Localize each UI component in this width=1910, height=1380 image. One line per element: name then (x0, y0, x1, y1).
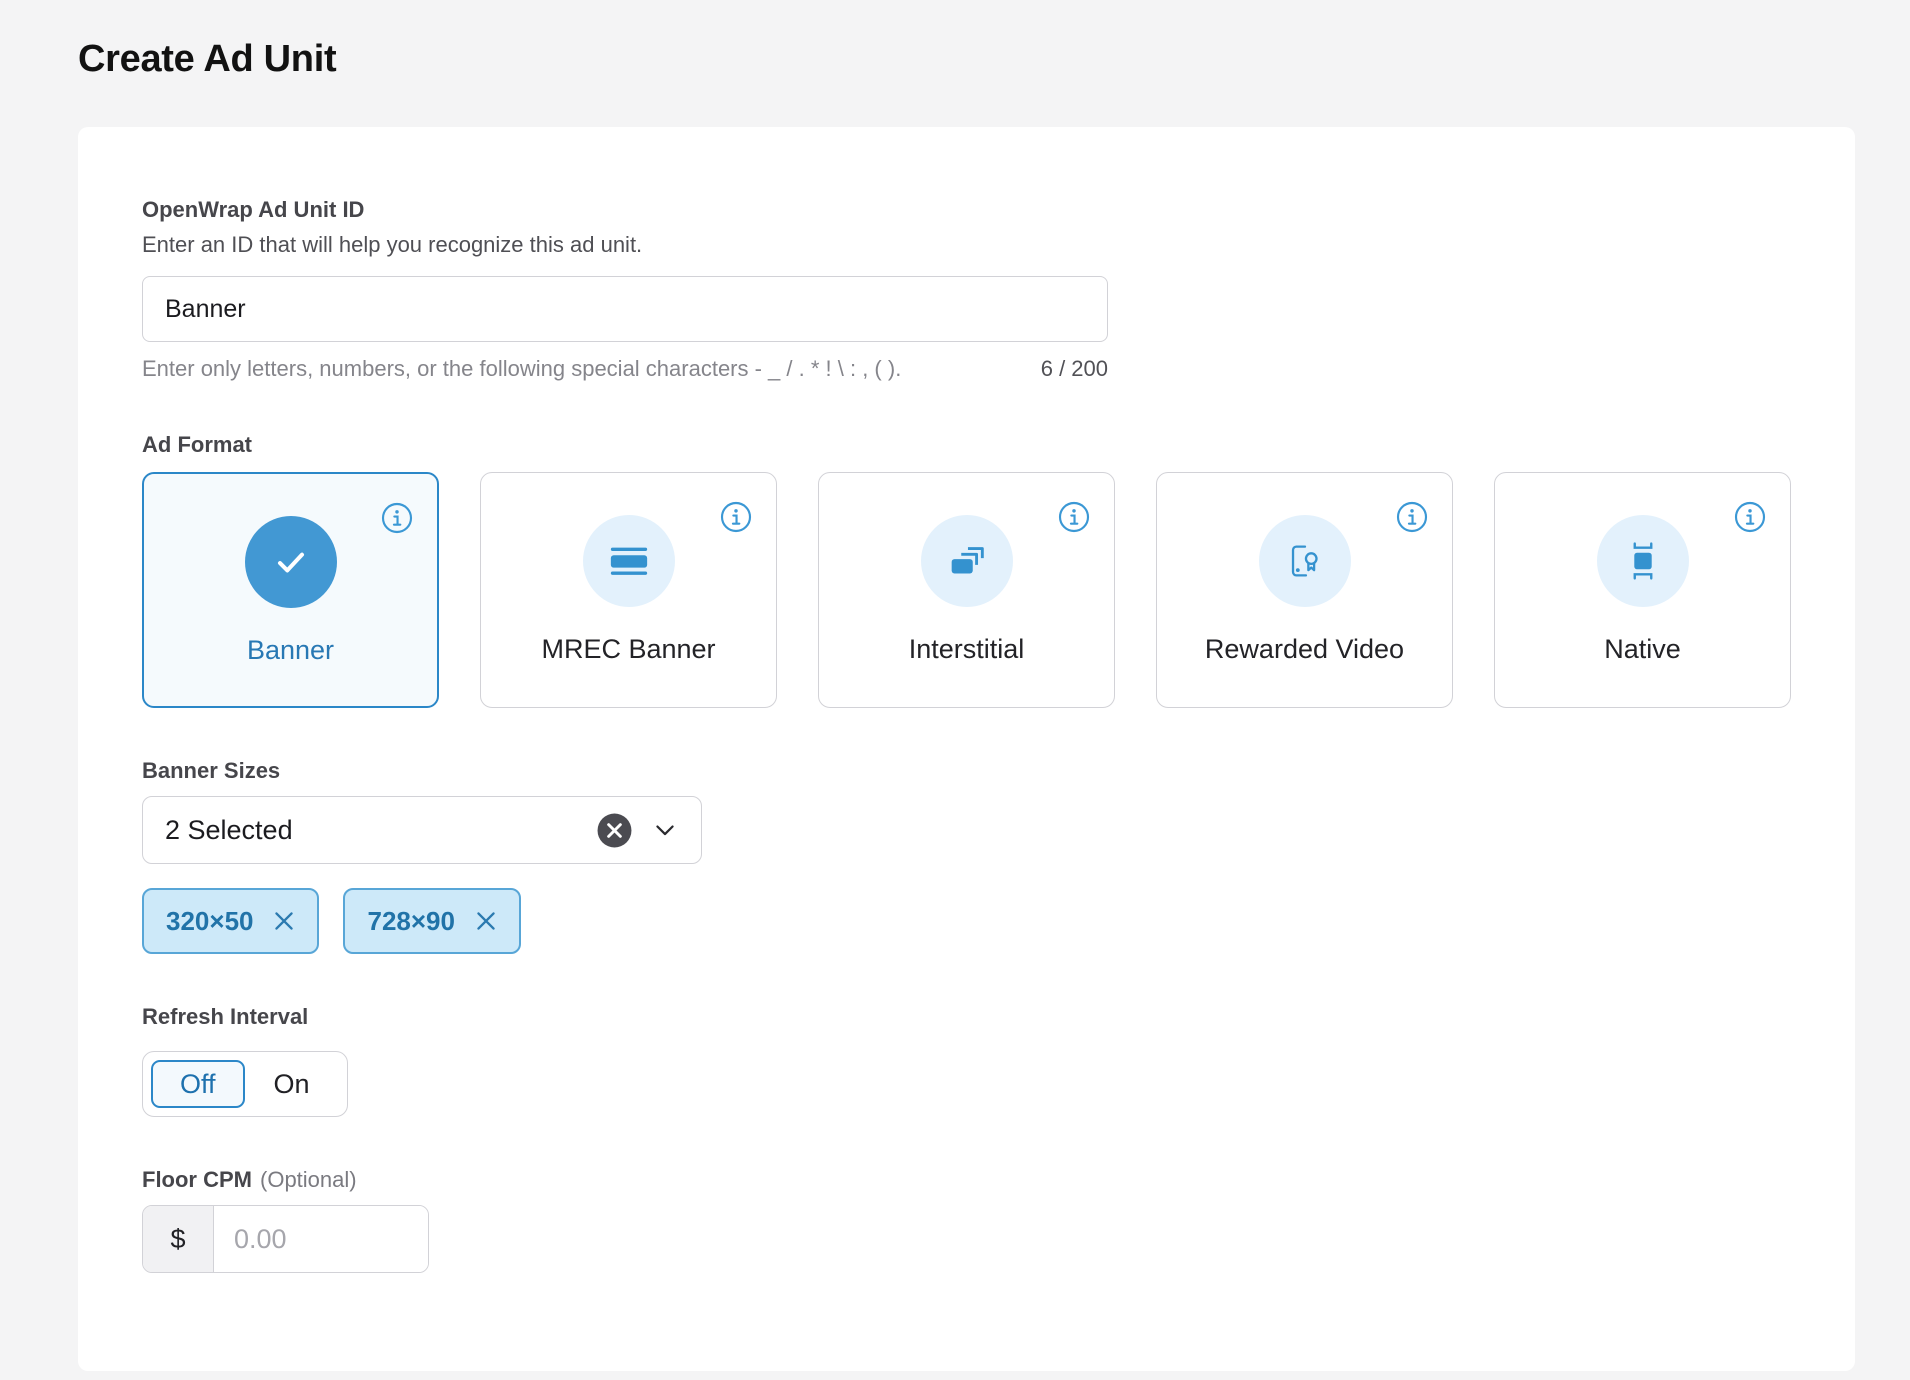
refresh-off-button[interactable]: Off (151, 1060, 245, 1108)
floor-cpm-label: Floor CPM (142, 1167, 252, 1193)
clear-selection-icon[interactable] (596, 812, 633, 849)
size-chip-label: 320×50 (166, 906, 253, 937)
floor-cpm-input-group: $ (142, 1205, 429, 1273)
info-icon[interactable] (720, 501, 752, 533)
info-icon[interactable] (1734, 501, 1766, 533)
remove-chip-icon[interactable] (273, 910, 295, 932)
ad-format-card-label: Native (1604, 634, 1681, 665)
form-panel: OpenWrap Ad Unit ID Enter an ID that wil… (78, 127, 1855, 1371)
remove-chip-icon[interactable] (475, 910, 497, 932)
chevron-down-icon (651, 816, 679, 844)
ad-format-section: Ad Format Banner (142, 432, 1791, 708)
check-circle-icon (245, 516, 337, 608)
native-icon (1597, 515, 1689, 607)
info-icon[interactable] (381, 502, 413, 534)
char-counter: 6 / 200 (1041, 356, 1108, 382)
ad-unit-id-section: OpenWrap Ad Unit ID Enter an ID that wil… (142, 197, 1791, 382)
ad-unit-id-input[interactable] (142, 276, 1108, 342)
interstitial-icon (921, 515, 1013, 607)
ad-unit-id-helper: Enter only letters, numbers, or the foll… (142, 356, 901, 382)
refresh-interval-section: Refresh Interval Off On (142, 1004, 1791, 1117)
rewarded-video-icon (1259, 515, 1351, 607)
refresh-interval-toggle: Off On (142, 1051, 348, 1117)
create-ad-unit-page: Create Ad Unit OpenWrap Ad Unit ID Enter… (0, 0, 1910, 1371)
ad-unit-id-label: OpenWrap Ad Unit ID (142, 197, 1791, 223)
ad-format-card-label: Rewarded Video (1205, 634, 1404, 665)
ad-format-card-label: Banner (247, 635, 334, 666)
ad-format-card-label: Interstitial (909, 634, 1025, 665)
banner-sizes-section: Banner Sizes 2 Selected 320×50 (142, 758, 1791, 954)
ad-format-label: Ad Format (142, 432, 1791, 458)
refresh-on-button[interactable]: On (245, 1060, 339, 1108)
banner-sizes-select[interactable]: 2 Selected (142, 796, 702, 864)
ad-format-card-label: MREC Banner (541, 634, 715, 665)
ad-format-card-mrec-banner[interactable]: MREC Banner (480, 472, 777, 708)
banner-sizes-selected-value: 2 Selected (165, 815, 596, 846)
ad-format-card-interstitial[interactable]: Interstitial (818, 472, 1115, 708)
mrec-banner-icon (583, 515, 675, 607)
floor-cpm-label-row: Floor CPM (Optional) (142, 1167, 1791, 1193)
size-chip: 320×50 (142, 888, 319, 954)
size-chip: 728×90 (343, 888, 520, 954)
size-chip-label: 728×90 (367, 906, 454, 937)
banner-sizes-label: Banner Sizes (142, 758, 1791, 784)
ad-unit-id-helper-row: Enter only letters, numbers, or the foll… (142, 356, 1108, 382)
currency-prefix: $ (143, 1206, 214, 1272)
ad-format-cards: Banner MREC Banner (142, 472, 1791, 708)
ad-format-card-banner[interactable]: Banner (142, 472, 439, 708)
floor-cpm-input[interactable] (214, 1206, 428, 1272)
ad-format-card-rewarded-video[interactable]: Rewarded Video (1156, 472, 1453, 708)
info-icon[interactable] (1396, 501, 1428, 533)
refresh-interval-label: Refresh Interval (142, 1004, 1791, 1030)
ad-unit-id-description: Enter an ID that will help you recognize… (142, 232, 1791, 258)
ad-format-card-native[interactable]: Native (1494, 472, 1791, 708)
info-icon[interactable] (1058, 501, 1090, 533)
floor-cpm-section: Floor CPM (Optional) $ (142, 1167, 1791, 1273)
page-title: Create Ad Unit (78, 38, 1910, 81)
floor-cpm-optional-label: (Optional) (260, 1167, 357, 1193)
banner-size-chips: 320×50 728×90 (142, 888, 1791, 954)
